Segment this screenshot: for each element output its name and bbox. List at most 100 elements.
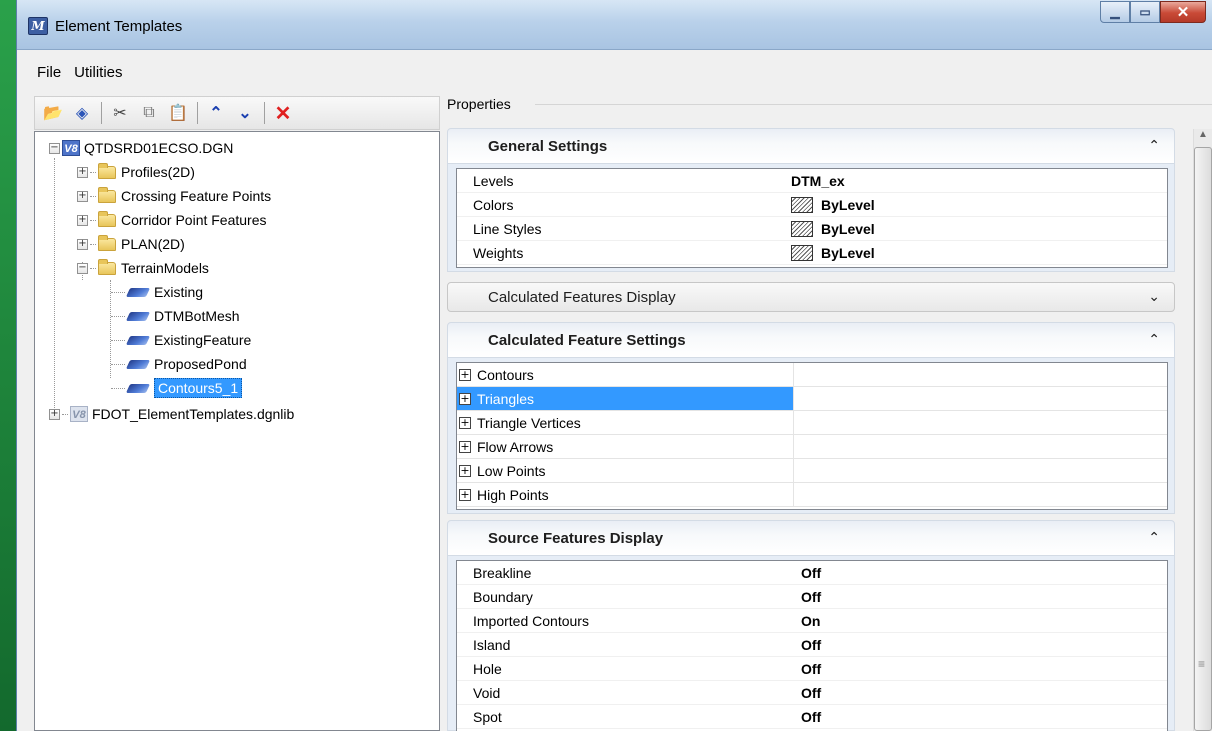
section-calculated-feature-settings[interactable]: Calculated Feature Settings ⌃ [447, 322, 1175, 358]
expand-icon[interactable]: + [459, 368, 471, 381]
terrain-model-icon [127, 357, 149, 371]
property-label: Void [473, 684, 501, 701]
feature-row-triangle-vertices[interactable]: + Triangle Vertices [457, 411, 1167, 435]
microstation-icon: M [28, 17, 48, 35]
source-features-grid: Breakline Off Boundary Off Imported Contou… [456, 560, 1168, 731]
tree-node-folder[interactable]: + PLAN(2D) [77, 234, 185, 254]
minimize-button[interactable]: ▁ [1100, 1, 1130, 23]
delete-button[interactable]: ✕ [271, 101, 295, 125]
expand-icon[interactable]: + [49, 408, 60, 420]
property-value: ByLevel [821, 196, 875, 213]
property-label: Colors [473, 196, 514, 213]
tree-node-folder[interactable]: + Crossing Feature Points [77, 186, 271, 206]
chevron-up-icon[interactable]: ⌃ [1148, 530, 1160, 546]
section-general-settings[interactable]: General Settings ⌃ [447, 128, 1175, 164]
source-row-island[interactable]: Island Off [457, 633, 1167, 657]
element-templates-window: M Element Templates ▁ ▭ ✕ File Utilities… [16, 0, 1212, 731]
properties-divider [535, 104, 1212, 105]
move-up-button[interactable]: ⌃ [204, 101, 228, 125]
tree-node-terrain[interactable]: Existing [111, 282, 203, 302]
tree-node-library[interactable]: + V8 FDOT_ElementTemplates.dgnlib [49, 404, 294, 424]
property-row-levels[interactable]: Levels DTM_ex [457, 169, 1167, 193]
terrain-model-icon [127, 285, 149, 299]
feature-row-flow-arrows[interactable]: + Flow Arrows [457, 435, 1167, 459]
section-calculated-features-display[interactable]: Calculated Features Display ⌄ [447, 282, 1175, 312]
source-row-hole[interactable]: Hole Off [457, 657, 1167, 681]
property-label: Line Styles [473, 220, 542, 237]
tree-node-label: ProposedPond [154, 356, 247, 372]
property-label: Spot [473, 708, 502, 725]
title-bar[interactable]: M Element Templates ▁ ▭ ✕ [17, 0, 1212, 50]
copy-button[interactable]: ⧉ [137, 101, 161, 125]
property-row-weights[interactable]: Weights ByLevel [457, 241, 1167, 265]
tree-node-label: Existing [154, 284, 204, 300]
section-title: Calculated Feature Settings [488, 331, 686, 349]
section-source-features-display[interactable]: Source Features Display ⌃ [447, 520, 1175, 556]
expand-icon[interactable]: + [77, 214, 88, 226]
expand-icon[interactable]: + [459, 440, 471, 453]
expand-icon[interactable]: + [459, 416, 471, 429]
general-settings-grid: Levels DTM_ex Colors ByLevel Line Styles… [456, 168, 1168, 268]
source-row-breakline[interactable]: Breakline Off [457, 561, 1167, 585]
expand-icon[interactable]: + [459, 488, 471, 501]
collapse-icon[interactable]: − [77, 262, 88, 274]
open-folder-icon: 📂 [43, 105, 63, 122]
menu-utilities[interactable]: Utilities [74, 58, 135, 88]
chevron-up-icon[interactable]: ⌃ [1148, 332, 1160, 348]
feature-row-contours[interactable]: + Contours [457, 363, 1167, 387]
feature-row-high-points[interactable]: + High Points [457, 483, 1167, 507]
expand-icon[interactable]: + [459, 392, 471, 405]
chevron-up-icon[interactable]: ⌃ [1148, 138, 1160, 154]
property-value: On [801, 612, 821, 629]
tree-node-terrain-selected[interactable]: Contours5_1 [111, 378, 243, 398]
folder-icon [98, 186, 116, 203]
tree-node-label: Crossing Feature Points [121, 188, 272, 204]
scrollbar-grip-icon: ≡ [1198, 657, 1206, 671]
scroll-up-arrow-icon[interactable]: ▲ [1193, 129, 1212, 147]
folder-icon [98, 234, 116, 251]
cut-button[interactable]: ✂ [108, 101, 132, 125]
tree-node-folder[interactable]: + Profiles(2D) [77, 162, 195, 182]
tree-node-terrain[interactable]: DTMBotMesh [111, 306, 240, 326]
expand-icon[interactable]: + [77, 166, 88, 178]
feature-row-low-points[interactable]: + Low Points [457, 459, 1167, 483]
bylevel-swatch-icon [791, 244, 813, 261]
dgnlib-file-icon: V8 [70, 406, 88, 422]
collapse-icon[interactable]: − [49, 142, 60, 154]
property-row-colors[interactable]: Colors ByLevel [457, 193, 1167, 217]
window-title: Element Templates [55, 18, 183, 35]
property-label: Boundary [473, 588, 533, 605]
property-row-line-styles[interactable]: Line Styles ByLevel [457, 217, 1167, 241]
source-row-void[interactable]: Void Off [457, 681, 1167, 705]
expand-icon[interactable]: + [77, 190, 88, 202]
source-row-imported-contours[interactable]: Imported Contours On [457, 609, 1167, 633]
close-button[interactable]: ✕ [1160, 1, 1206, 23]
chevron-down-icon[interactable]: ⌄ [1148, 289, 1160, 305]
feature-row-triangles[interactable]: + Triangles [457, 387, 1167, 411]
tree-node-root[interactable]: − V8 QTDSRD01ECSO.DGN [49, 138, 233, 158]
property-label: Levels [473, 172, 514, 189]
tree-node-label: TerrainModels [121, 260, 209, 276]
source-row-spot[interactable]: Spot Off [457, 705, 1167, 729]
maximize-button[interactable]: ▭ [1130, 1, 1160, 23]
expand-icon[interactable]: + [459, 464, 471, 477]
menu-file[interactable]: File [17, 58, 74, 88]
source-features-body: Breakline Off Boundary Off Imported Contou… [447, 556, 1175, 731]
properties-scrollbar[interactable]: ▲ ≡ [1179, 127, 1212, 731]
window-controls: ▁ ▭ ✕ [1100, 1, 1206, 23]
tree-node-folder[interactable]: + Corridor Point Features [77, 210, 267, 230]
new-template-button[interactable]: ◈ [70, 101, 94, 125]
paste-button[interactable]: 📋 [166, 101, 190, 125]
move-down-button[interactable]: ⌄ [233, 101, 257, 125]
tree-node-terrain[interactable]: ProposedPond [111, 354, 247, 374]
menu-bar: File Utilities [17, 58, 136, 88]
property-value: DTM_ex [791, 172, 845, 189]
tree-node-folder-terrain[interactable]: − TerrainModels [77, 258, 209, 278]
expand-icon[interactable]: + [77, 238, 88, 250]
open-folder-button[interactable]: 📂 [41, 101, 65, 125]
source-row-boundary[interactable]: Boundary Off [457, 585, 1167, 609]
scrollbar-thumb[interactable] [1194, 147, 1212, 731]
tree-node-terrain[interactable]: ExistingFeature [111, 330, 251, 350]
template-tree[interactable]: − V8 QTDSRD01ECSO.DGN + Profiles(2D) + C… [34, 131, 440, 731]
calculated-feature-grid: + Contours + Triangles + Triangle Vertices … [456, 362, 1168, 510]
